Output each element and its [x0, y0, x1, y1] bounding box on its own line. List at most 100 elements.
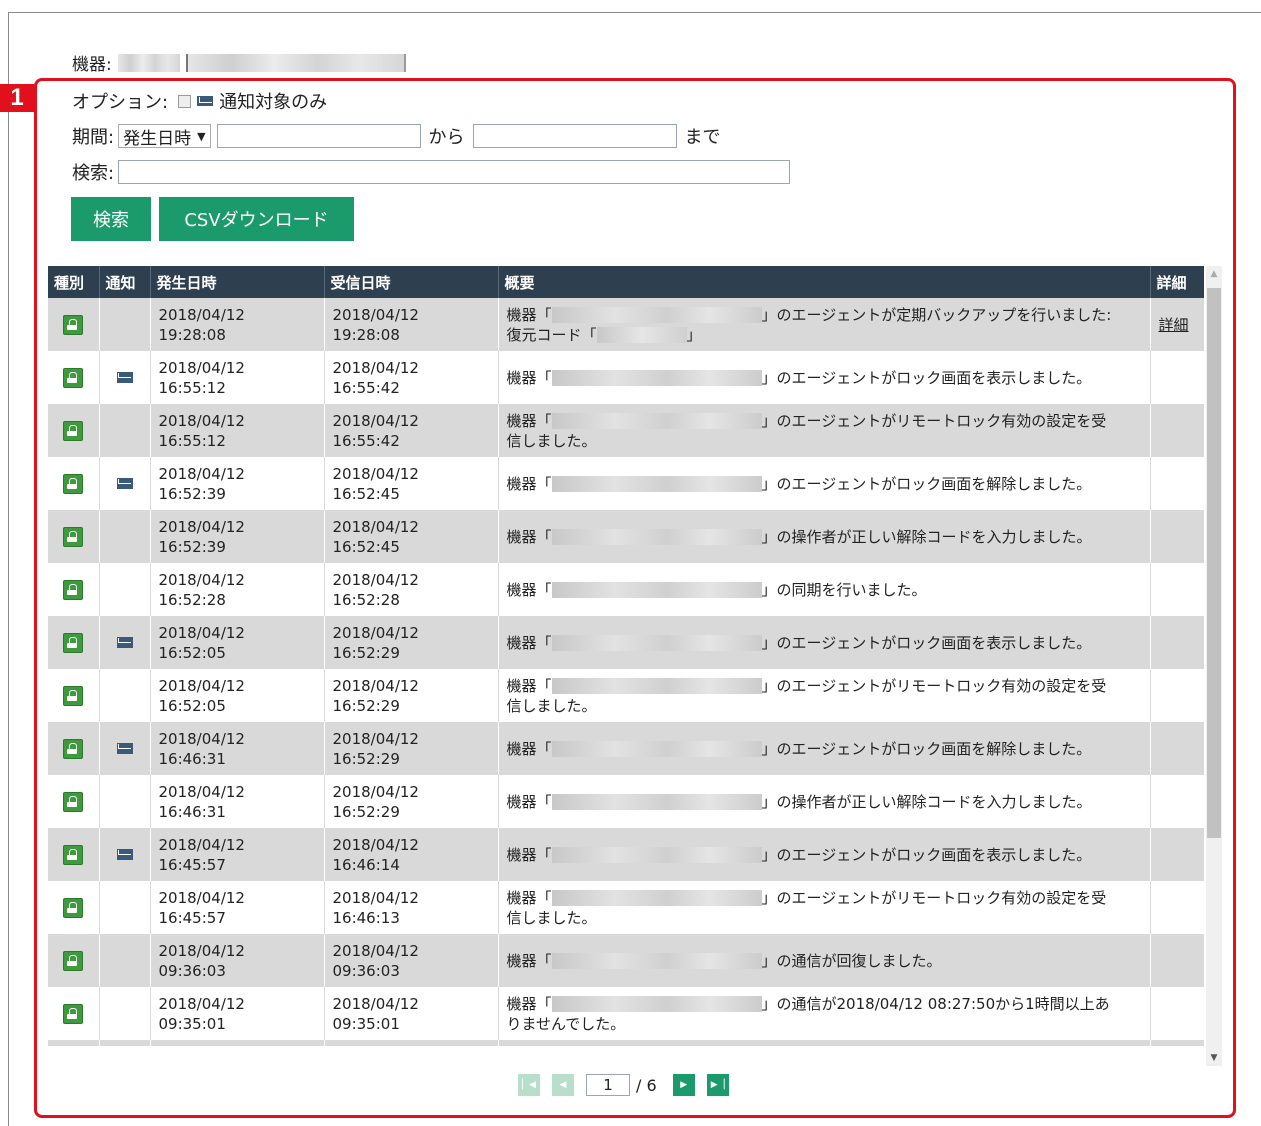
period-type-select[interactable]: 発生日時 ▼	[118, 124, 211, 149]
summary-prefix: 機器「	[506, 474, 552, 493]
received-date: 2018/04/12	[332, 623, 419, 642]
notify-cell	[99, 457, 151, 510]
search-label: 検索:	[72, 163, 115, 184]
summary-line2: 復元コード「	[506, 325, 597, 344]
event-log-table-container[interactable]: 種別 通知 発生日時 受信日時 概要 詳細 2018/04/12 19:28:08…	[48, 266, 1204, 1046]
table-row[interactable]: 2018/04/12 09:36:03 2018/04/12 09:36:03 機器「」…	[48, 934, 1204, 987]
received-time: 16:52:28	[332, 590, 400, 609]
scroll-up-arrow-icon[interactable]: ▲	[1206, 266, 1222, 282]
summary-cell: 機器「 」の操作者が正しい解除コードを入力しました。	[498, 775, 1151, 828]
detail-cell	[1150, 616, 1204, 669]
table-row[interactable]: 2018/04/12 16:46:31 2018/04/12 16:52:29 機器「」…	[48, 775, 1204, 828]
agent-icon	[63, 579, 84, 600]
summary-cell: 機器「 」の同期を行いました。	[498, 563, 1151, 616]
notify-cell	[99, 404, 151, 457]
detail-cell	[1150, 510, 1204, 563]
table-row[interactable]: 2018/04/12 09:35:01 2018/04/12 09:35:01 機器「」…	[48, 987, 1204, 1040]
last-page-icon[interactable]: ▶▕	[706, 1074, 729, 1096]
table-row[interactable]: 2018/04/12 16:45:57 2018/04/12 16:46:14 機器「」…	[48, 828, 1204, 881]
csv-download-button[interactable]: CSVダウンロード	[159, 197, 354, 241]
notify-only-label[interactable]: 通知対象のみ	[219, 88, 327, 114]
detail-cell	[1150, 934, 1204, 987]
agent-icon	[63, 420, 84, 441]
header-received[interactable]: 受信日時	[324, 266, 499, 298]
type-cell	[48, 722, 100, 775]
scroll-down-arrow-icon[interactable]: ▼	[1206, 1050, 1222, 1066]
table-row[interactable]: 2018/04/12 16:52:39 2018/04/12 16:52:45 機器「」…	[48, 457, 1204, 510]
period-to-input[interactable]	[472, 124, 677, 148]
prev-page-icon[interactable]: ◀	[552, 1074, 574, 1096]
occurred-time: 16:52:39	[158, 484, 226, 503]
received-cell: 2018/04/12 19:28:08	[324, 298, 499, 351]
received-date: 2018/04/12	[332, 941, 419, 960]
scroll-thumb[interactable]	[1207, 288, 1221, 838]
type-cell	[48, 828, 100, 881]
page-number-input[interactable]: 1	[586, 1074, 630, 1096]
received-cell: 2018/04/12	[324, 1040, 499, 1046]
masked-device-name	[551, 890, 762, 906]
occurred-cell: 2018/04/12 16:45:57	[150, 828, 325, 881]
header-notify[interactable]: 通知	[99, 266, 151, 298]
table-row[interactable]: 2018/04/122018/04/12	[48, 1040, 1204, 1046]
summary-suffix: 」のエージェントがロック画面を表示しました。	[761, 633, 1092, 652]
received-time: 16:52:45	[332, 537, 400, 556]
mail-icon	[116, 372, 133, 383]
header-summary[interactable]: 概要	[498, 266, 1151, 298]
summary-prefix: 機器「	[506, 792, 552, 811]
header-occurred[interactable]: 発生日時	[150, 266, 325, 298]
occurred-date: 2018/04/12	[158, 676, 245, 695]
type-cell	[48, 669, 100, 722]
summary-prefix: 機器「	[506, 580, 552, 599]
mail-icon	[197, 96, 214, 106]
device-name-masked	[185, 53, 406, 72]
received-time: 16:46:14	[332, 855, 400, 874]
event-log-table: 種別 通知 発生日時 受信日時 概要 詳細 2018/04/12 19:28:08…	[48, 266, 1204, 1046]
masked-device-name	[551, 996, 762, 1012]
received-date: 2018/04/12	[332, 782, 419, 801]
summary-suffix: 」のエージェントがロック画面を表示しました。	[761, 845, 1092, 864]
masked-device-name	[551, 794, 762, 810]
received-cell: 2018/04/12 16:52:45	[324, 457, 499, 510]
device-label: 機器:	[72, 55, 112, 75]
table-scrollbar[interactable]: ▲ ▼	[1206, 266, 1222, 1066]
occurred-time: 09:35:01	[158, 1014, 226, 1033]
first-page-icon[interactable]: ▏◀	[518, 1074, 540, 1096]
period-label: 期間:	[72, 127, 115, 148]
type-cell	[48, 987, 100, 1040]
detail-cell	[1150, 775, 1204, 828]
table-row[interactable]: 2018/04/12 16:52:28 2018/04/12 16:52:28 機器「」…	[48, 563, 1204, 616]
type-cell	[48, 457, 100, 510]
occurred-cell: 2018/04/12 16:45:57	[150, 881, 325, 934]
table-row[interactable]: 2018/04/12 16:55:12 2018/04/12 16:55:42 機器「」…	[48, 351, 1204, 404]
summary-cell: 機器「 」のエージェントがリモートロック有効の設定を受 信しました。	[498, 669, 1151, 722]
header-detail[interactable]: 詳細	[1150, 266, 1204, 298]
notify-only-checkbox[interactable]	[178, 94, 192, 108]
masked-device-name	[551, 678, 762, 694]
table-row[interactable]: 2018/04/12 16:46:31 2018/04/12 16:52:29 機器「」…	[48, 722, 1204, 775]
occurred-time: 16:52:28	[158, 590, 226, 609]
notify-cell	[99, 669, 151, 722]
table-row[interactable]: 2018/04/12 16:52:05 2018/04/12 16:52:29 機器「」…	[48, 669, 1204, 722]
table-row[interactable]: 2018/04/12 16:55:12 2018/04/12 16:55:42 機器「」…	[48, 404, 1204, 457]
type-cell	[48, 563, 100, 616]
next-page-icon[interactable]: ▶	[672, 1074, 695, 1096]
summary-line2: りませんでした。	[506, 1014, 626, 1033]
received-cell: 2018/04/12 09:36:03	[324, 934, 499, 987]
header-type[interactable]: 種別	[48, 266, 100, 298]
table-row[interactable]: 2018/04/12 16:45:57 2018/04/12 16:46:13 機器「」…	[48, 881, 1204, 934]
received-date: 2018/04/12	[332, 464, 419, 483]
table-row[interactable]: 2018/04/12 19:28:08 2018/04/12 19:28:08 機器「」…	[48, 298, 1204, 351]
received-time: 16:52:29	[332, 749, 400, 768]
agent-icon	[63, 314, 84, 335]
window-frame-top	[8, 12, 1261, 13]
detail-link[interactable]: 詳細	[1159, 316, 1189, 334]
table-row[interactable]: 2018/04/12 16:52:05 2018/04/12 16:52:29 機器「」…	[48, 616, 1204, 669]
received-time: 16:52:29	[332, 643, 400, 662]
search-button[interactable]: 検索	[71, 197, 151, 241]
summary-line2-end: 」	[686, 325, 702, 344]
period-from-input[interactable]	[216, 124, 421, 148]
table-row[interactable]: 2018/04/12 16:52:39 2018/04/12 16:52:45 機器「」…	[48, 510, 1204, 563]
search-input[interactable]	[118, 160, 791, 184]
occurred-cell: 2018/04/12 16:52:05	[150, 669, 325, 722]
agent-icon	[63, 526, 84, 547]
